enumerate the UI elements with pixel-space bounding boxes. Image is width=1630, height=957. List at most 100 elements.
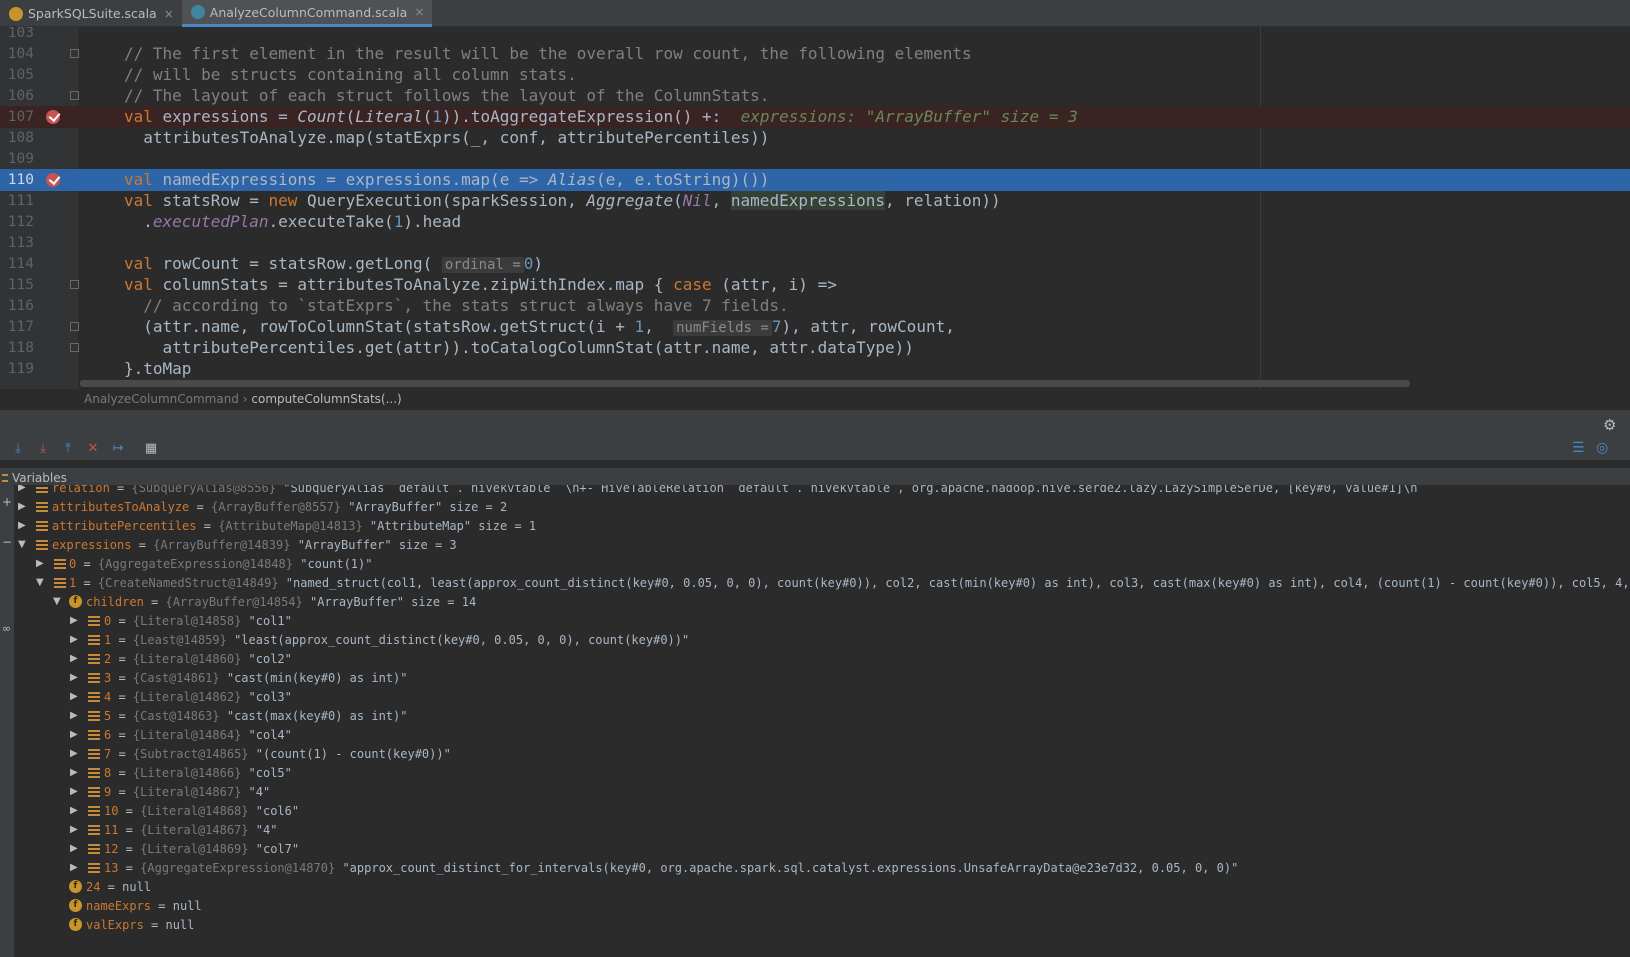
expand-arrow-icon[interactable]: ▶ [70, 801, 82, 821]
code-line[interactable]: 109 [0, 148, 1630, 170]
fold-marker-icon[interactable] [70, 49, 79, 58]
expand-arrow-icon[interactable]: ▶ [70, 630, 82, 650]
code-line-current[interactable]: 110 val namedExpressions = expressions.ma… [0, 169, 1630, 191]
variable-icon [88, 787, 100, 797]
expand-arrow-icon[interactable]: ▶ [36, 554, 48, 574]
tree-node[interactable]: ▶ 3 = {Cast@14861} "cast(min(key#0) as i… [14, 668, 407, 688]
expand-arrow-icon[interactable]: ▶ [70, 706, 82, 726]
line-number: 119 [7, 361, 34, 377]
fold-marker-icon[interactable] [70, 343, 79, 352]
variables-side-toolbar: + − ∞ [0, 487, 14, 957]
expand-arrow-icon[interactable]: ▶ [70, 820, 82, 840]
breakpoint-icon[interactable] [46, 110, 60, 124]
breadcrumb: AnalyzeColumnCommand › computeColumnStat… [0, 389, 1630, 409]
code-line-breakpoint[interactable]: 107 val expressions = Count(Literal(1)).t… [0, 106, 1630, 128]
code-line[interactable]: 115 val columnStats = attributesToAnalyze… [0, 274, 1630, 296]
expand-arrow-icon[interactable]: ▶ [70, 649, 82, 669]
run-to-cursor-icon[interactable]: ↦ [110, 440, 126, 456]
tree-node[interactable]: ▶ 9 = {Literal@14867} "4" [14, 782, 270, 802]
close-icon[interactable]: × [164, 7, 174, 21]
code-line[interactable]: 114 val rowCount = statsRow.getLong( ordi… [0, 253, 1630, 275]
breadcrumb-method[interactable]: computeColumnStats(...) [251, 392, 401, 406]
field-icon: f [69, 899, 82, 912]
code-line[interactable]: 116 // according to `statExprs`, the sta… [0, 295, 1630, 317]
inline-debug-value: expressions: "ArrayBuffer" size = 3 [740, 107, 1078, 126]
expand-arrow-icon[interactable]: ▶ [70, 611, 82, 631]
code-line[interactable]: 113 [0, 232, 1630, 254]
collapse-arrow-icon[interactable]: ▼ [53, 592, 65, 612]
expand-arrow-icon[interactable]: ▶ [70, 839, 82, 859]
tab-analyzecolumncommand[interactable]: AnalyzeColumnCommand.scala × [181, 0, 433, 27]
tree-node[interactable]: f valExprs = null [14, 915, 194, 935]
collapse-arrow-icon[interactable]: ▼ [36, 573, 48, 593]
code-line[interactable]: 104 // The first element in the result wi… [0, 43, 1630, 65]
tree-node[interactable]: ▶ attributePercentiles = {AttributeMap@1… [14, 516, 536, 536]
fold-marker-icon[interactable] [70, 322, 79, 331]
code-line[interactable]: 118 attributePercentiles.get(attr)).toCa… [0, 337, 1630, 359]
variables-tree[interactable]: ▶ relation = {SubqueryAlias@8556} "Subqu… [14, 485, 1630, 957]
variable-icon [88, 692, 100, 702]
expand-arrow-icon[interactable]: ▶ [70, 858, 82, 878]
tree-node[interactable]: ▶ 11 = {Literal@14867} "4" [14, 820, 277, 840]
breakpoint-icon[interactable] [46, 173, 60, 187]
tree-node[interactable]: ▶ 10 = {Literal@14868} "col6" [14, 801, 299, 821]
tree-node[interactable]: ▶ attributesToAnalyze = {ArrayBuffer@855… [14, 497, 507, 517]
node-text: nameExprs = null [86, 899, 202, 913]
scala-file-icon [9, 6, 23, 21]
watches-icon[interactable]: ◎ [1596, 440, 1608, 456]
tree-node[interactable]: ▶ 7 = {Subtract@14865} "(count(1) - coun… [14, 744, 451, 764]
code-line[interactable]: 111 val statsRow = new QueryExecution(spa… [0, 190, 1630, 212]
code-line[interactable]: 119}.toMap [0, 358, 1630, 380]
gear-icon[interactable]: ⚙ [1603, 416, 1616, 434]
expand-arrow-icon[interactable]: ▶ [70, 687, 82, 707]
code-line[interactable]: 106 // The layout of each struct follows … [0, 85, 1630, 107]
infinity-icon[interactable]: ∞ [2, 622, 11, 635]
expand-arrow-icon[interactable]: ▶ [70, 725, 82, 745]
node-text: 13 = {AggregateExpression@14870} "approx… [104, 861, 1239, 875]
tree-node[interactable]: f 24 = null [14, 877, 151, 897]
fold-marker-icon[interactable] [70, 280, 79, 289]
tree-node[interactable]: ▶ 12 = {Literal@14869} "col7" [14, 839, 299, 859]
code-line[interactable]: 108 attributesToAnalyze.map(statExprs(_,… [0, 127, 1630, 149]
horizontal-scrollbar[interactable] [80, 380, 1410, 387]
expand-arrow-icon[interactable]: ▶ [70, 668, 82, 688]
evaluate-expression-icon[interactable]: ▦ [143, 440, 159, 456]
tree-node[interactable]: ▶ 13 = {AggregateExpression@14870} "appr… [14, 858, 1238, 878]
code-line[interactable]: 112 .executedPlan.executeTake(1).head [0, 211, 1630, 233]
tab-sparksqlsuite[interactable]: SparkSQLSuite.scala × [0, 0, 182, 27]
tree-node[interactable]: ▶ 0 = {AggregateExpression@14848} "count… [14, 554, 372, 574]
tree-node[interactable]: f nameExprs = null [14, 896, 202, 916]
add-watch-icon[interactable]: + [2, 495, 12, 509]
tree-node[interactable]: ▼ 1 = {CreateNamedStruct@14849} "named_s… [14, 573, 1630, 593]
tree-node[interactable]: ▶ 4 = {Literal@14862} "col3" [14, 687, 292, 707]
tree-node[interactable]: ▼ f children = {ArrayBuffer@14854} "Arra… [14, 592, 476, 612]
code-line[interactable]: 105 // will be structs containing all col… [0, 64, 1630, 86]
expand-arrow-icon[interactable]: ▶ [70, 763, 82, 783]
step-into-icon[interactable]: ⤓ [35, 440, 51, 456]
restore-layout-icon[interactable]: ☰ [1572, 440, 1585, 456]
remove-watch-icon[interactable]: − [2, 535, 12, 549]
step-over-icon[interactable]: ⤓ [10, 440, 26, 456]
tree-node[interactable]: ▼ expressions = {ArrayBuffer@14839} "Arr… [14, 535, 457, 555]
variable-icon [36, 502, 48, 512]
breadcrumb-class[interactable]: AnalyzeColumnCommand [84, 392, 239, 406]
expand-arrow-icon[interactable]: ▶ [18, 497, 30, 517]
tree-node[interactable]: ▶ 0 = {Literal@14858} "col1" [14, 611, 292, 631]
drop-frame-icon[interactable]: ✕ [85, 440, 101, 456]
tree-node[interactable]: ▶ 2 = {Literal@14860} "col2" [14, 649, 292, 669]
variable-icon [88, 635, 100, 645]
expand-arrow-icon[interactable]: ▶ [18, 516, 30, 536]
expand-arrow-icon[interactable]: ▶ [70, 782, 82, 802]
tree-node[interactable]: ▶ 5 = {Cast@14863} "cast(max(key#0) as i… [14, 706, 407, 726]
code-editor[interactable]: 103 104 // The first element in the resul… [0, 27, 1630, 389]
tree-node[interactable]: ▶ 6 = {Literal@14864} "col4" [14, 725, 292, 745]
code-line[interactable]: 103 [0, 27, 1630, 44]
fold-marker-icon[interactable] [70, 91, 79, 100]
expand-arrow-icon[interactable]: ▶ [70, 744, 82, 764]
collapse-arrow-icon[interactable]: ▼ [18, 535, 30, 555]
code-line[interactable]: 117 (attr.name, rowToColumnStat(statsRow… [0, 316, 1630, 338]
tree-node[interactable]: ▶ 1 = {Least@14859} "least(approx_count_… [14, 630, 689, 650]
step-out-icon[interactable]: ⤒ [60, 440, 76, 456]
close-icon[interactable]: × [414, 5, 424, 19]
tree-node[interactable]: ▶ 8 = {Literal@14866} "col5" [14, 763, 292, 783]
